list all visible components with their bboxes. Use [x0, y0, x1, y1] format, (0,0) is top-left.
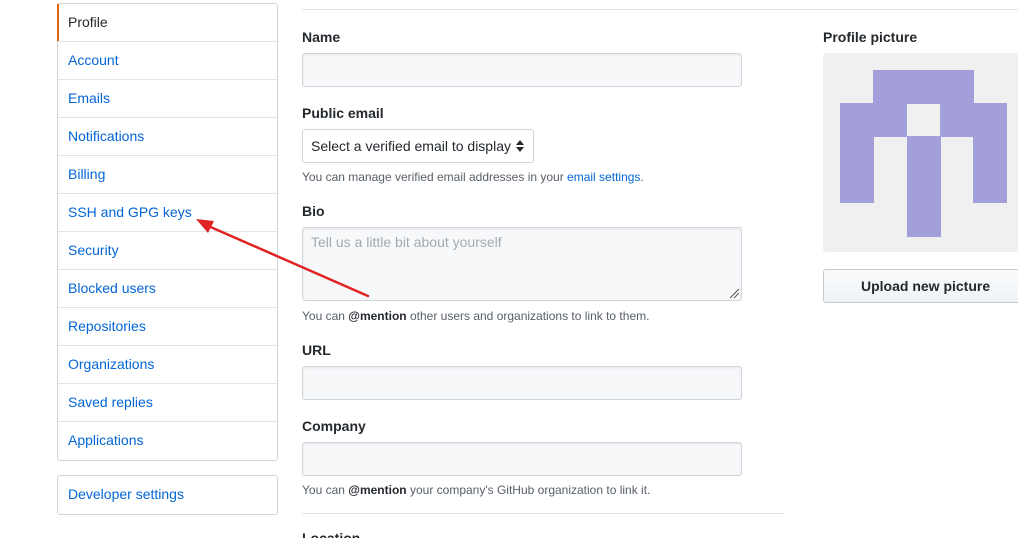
- public-email-select[interactable]: Select a verified email to display: [302, 129, 534, 163]
- identicon-image: [840, 70, 1007, 237]
- select-caret-icon: [516, 140, 524, 152]
- bio-note-mention: @mention: [348, 309, 407, 323]
- url-label: URL: [302, 342, 331, 358]
- developer-settings-menu: Developer settings: [57, 475, 278, 515]
- top-divider: [302, 9, 1018, 10]
- sidebar-item-notifications[interactable]: Notifications: [58, 118, 277, 156]
- public-email-selected-value: Select a verified email to display: [311, 138, 511, 154]
- name-label: Name: [302, 29, 341, 45]
- bio-note-end: other users and organizations to link to…: [406, 309, 650, 323]
- resize-grip-icon[interactable]: [729, 288, 740, 299]
- name-input[interactable]: [302, 53, 742, 87]
- bio-note: You can @mention other users and organiz…: [302, 309, 649, 323]
- company-note-mention: @mention: [348, 483, 407, 497]
- sidebar-item-security[interactable]: Security: [58, 232, 277, 270]
- company-label: Company: [302, 418, 366, 434]
- email-settings-link[interactable]: email settings: [567, 170, 640, 184]
- settings-sidebar: Profile Account Emails Notifications Bil…: [57, 3, 278, 461]
- location-label: Location: [302, 530, 361, 538]
- sidebar-item-profile[interactable]: Profile: [57, 4, 277, 42]
- company-note-end: your company's GitHub organization to li…: [406, 483, 651, 497]
- public-email-label: Public email: [302, 105, 384, 121]
- public-email-note-text: You can manage verified email addresses …: [302, 170, 568, 184]
- company-note-text: You can: [302, 483, 349, 497]
- bio-label: Bio: [302, 203, 325, 219]
- url-input[interactable]: [302, 366, 742, 400]
- sidebar-item-ssh-gpg-keys[interactable]: SSH and GPG keys: [58, 194, 277, 232]
- avatar: [823, 53, 1018, 252]
- sidebar-item-emails[interactable]: Emails: [58, 80, 277, 118]
- sidebar-item-account[interactable]: Account: [58, 42, 277, 80]
- company-note: You can @mention your company's GitHub o…: [302, 483, 650, 497]
- sidebar-item-blocked-users[interactable]: Blocked users: [58, 270, 277, 308]
- public-email-note: You can manage verified email addresses …: [302, 170, 644, 184]
- sidebar-item-repositories[interactable]: Repositories: [58, 308, 277, 346]
- company-input[interactable]: [302, 442, 742, 476]
- sidebar-item-billing[interactable]: Billing: [58, 156, 277, 194]
- sidebar-item-developer-settings[interactable]: Developer settings: [58, 476, 277, 514]
- bio-textarea[interactable]: [302, 227, 742, 301]
- upload-picture-button[interactable]: Upload new picture: [823, 269, 1018, 303]
- bio-note-text: You can: [302, 309, 349, 323]
- section-divider: [302, 513, 785, 514]
- public-email-note-end: .: [640, 170, 644, 184]
- sidebar-item-saved-replies[interactable]: Saved replies: [58, 384, 277, 422]
- sidebar-item-applications[interactable]: Applications: [58, 422, 277, 460]
- profile-picture-label: Profile picture: [823, 29, 918, 45]
- sidebar-item-organizations[interactable]: Organizations: [58, 346, 277, 384]
